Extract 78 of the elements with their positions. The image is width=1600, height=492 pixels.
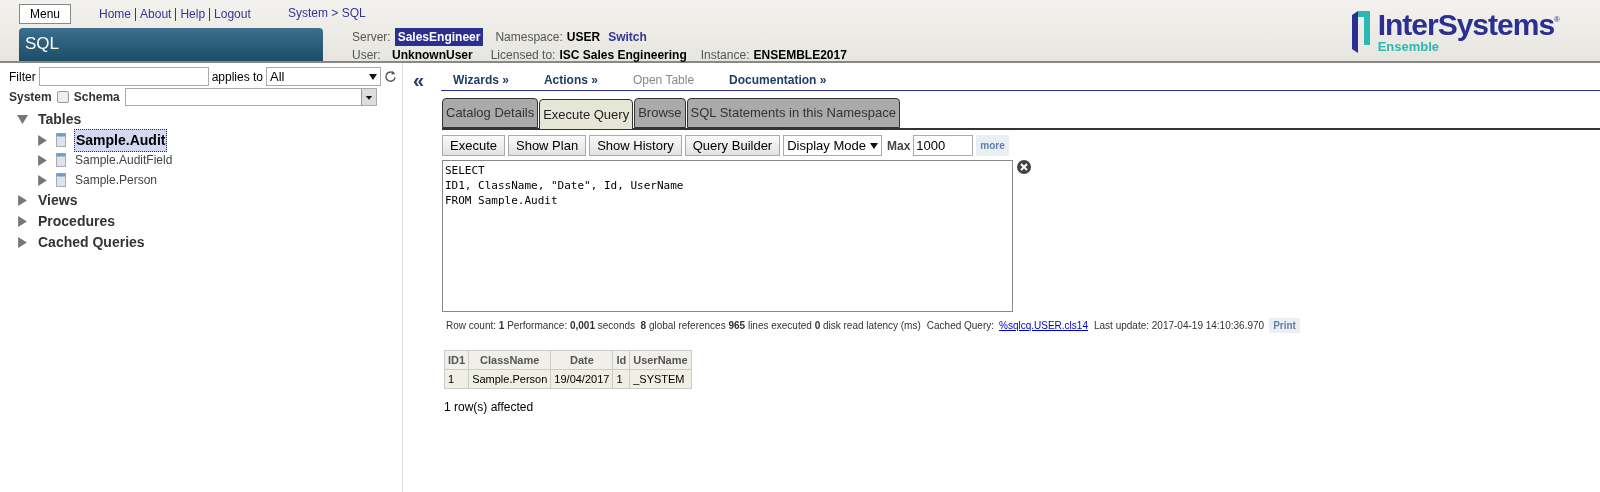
server-badge: SalesEngineer [394,28,484,46]
menu-link[interactable]: Actions » [543,70,598,89]
clear-icon[interactable] [1017,160,1031,174]
header-link[interactable]: Logout [214,5,251,23]
instance-value: ENSEMBLE2017 [753,47,847,64]
menu-button[interactable]: Menu [19,4,72,24]
tree-category[interactable]: Cached Queries [38,232,145,253]
table-icon [56,173,66,187]
switch-link[interactable]: Switch [608,28,647,46]
tree-item[interactable]: Sample.Audit [74,128,168,152]
server-label: Server: [352,29,391,46]
tree-item[interactable]: Sample.Person [74,171,159,189]
page-title-bar: SQL [19,28,323,61]
tab[interactable]: Execute Query [539,99,634,130]
print-button[interactable]: Print [1269,318,1300,333]
header-link[interactable]: Help [180,5,206,23]
collapsed-arrow-icon[interactable] [17,216,28,227]
applies-to-label: applies to [211,68,264,86]
header-link[interactable]: About [140,5,172,23]
column-header: Date [550,350,613,370]
display-mode-dropdown[interactable]: Display Mode [783,135,882,156]
cached-query-link[interactable]: %sqlcq.USER.cls14 [999,318,1088,333]
collapsed-arrow-icon[interactable] [17,195,28,206]
toolbar-button[interactable]: Show History [589,135,682,156]
tree-category[interactable]: Procedures [38,211,116,232]
menu-link[interactable]: Wizards » [453,70,509,89]
tree-category[interactable]: Tables [38,109,82,130]
caret-icon[interactable] [869,142,878,149]
more-link[interactable]: more [976,135,1009,156]
tree-item[interactable]: Sample.AuditField [74,151,174,169]
table-icon [56,153,66,167]
system-label: System [9,89,52,106]
user-label: User: [352,47,382,64]
max-label: Max [886,137,911,155]
schema-label: Schema [73,89,120,106]
licensed-value: ISC Sales Engineering [559,47,687,64]
tab[interactable]: Catalog Details [442,98,539,128]
tree-category[interactable]: Views [38,190,78,211]
collapse-sidebar-icon[interactable]: « [413,70,441,90]
table-icon [56,133,66,147]
column-header: UserName [629,350,692,370]
column-header: ClassName [468,350,551,370]
table-cell: 1 [444,369,469,389]
toolbar-button[interactable]: Show Plan [508,135,587,156]
toolbar-button[interactable]: Query Builder [684,135,781,156]
cached-query-label: Cached Query: [926,319,995,333]
refresh-icon[interactable] [384,70,398,83]
column-header: ID1 [444,350,469,370]
filter-field[interactable] [38,67,209,86]
logo-subtitle: Ensemble [1377,40,1440,53]
instance-label: Instance: [700,47,750,64]
caret-icon[interactable] [369,73,378,80]
header-link[interactable]: Home [99,5,132,23]
collapsed-arrow-icon[interactable] [37,154,48,166]
collapsed-arrow-icon[interactable] [37,134,48,146]
rows-affected-text: 1 row(s) affected [444,399,535,416]
menu-link[interactable]: Documentation » [729,70,827,89]
toolbar-button[interactable]: Execute [442,135,505,156]
max-rows-field[interactable]: 1000 [913,135,974,156]
query-editor[interactable]: SELECT ID1, ClassName, "Date", Id, UserName FROM Sample.Audit [442,160,1013,312]
namespace-label: Namespace: [495,29,563,46]
tab[interactable]: Browse [634,98,686,128]
expanded-arrow-icon[interactable] [17,114,28,125]
user-value: UnknownUser [392,47,473,64]
last-update-text: Last update: 2017-04-19 14:10:36.970 [1093,319,1265,333]
collapsed-arrow-icon[interactable] [37,174,48,186]
logo-text: InterSystems [1377,10,1555,40]
namespace-value: USER [566,29,601,46]
registered-mark: ® [1554,16,1560,24]
collapsed-arrow-icon[interactable] [17,237,28,248]
filter-label: Filter [9,68,36,86]
breadcrumb: System > SQL [288,5,367,22]
licensed-label: Licensed to: [490,47,556,64]
query-statistics: Row count: 1 Performance: 0,001 seconds 8 global references 965 lines executed 0 disk read latency (ms) [446,319,921,333]
system-checkbox[interactable] [56,91,69,103]
tab[interactable]: SQL Statements in this Namespace [686,98,900,128]
logo-mark-icon [1349,8,1372,55]
applies-to-dropdown[interactable]: All [266,67,382,86]
